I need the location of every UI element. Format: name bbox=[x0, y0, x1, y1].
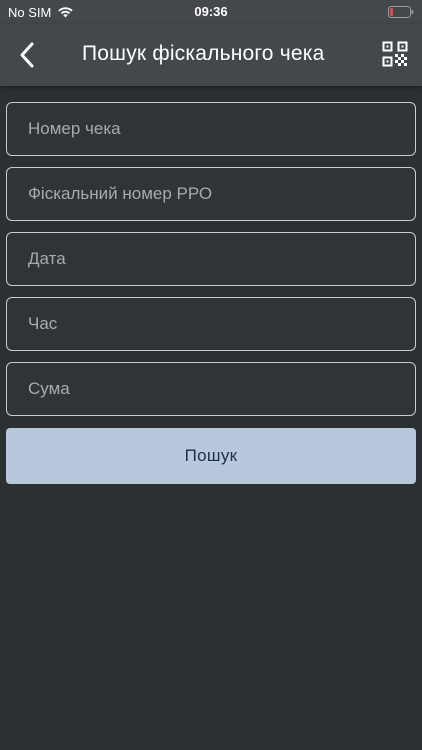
time-field[interactable] bbox=[6, 297, 416, 351]
status-time: 09:36 bbox=[194, 4, 228, 19]
page-title: Пошук фіскального чека bbox=[82, 42, 325, 65]
search-button[interactable]: Пошук bbox=[6, 428, 416, 484]
amount-input[interactable] bbox=[7, 363, 415, 415]
battery-icon bbox=[388, 6, 414, 18]
qr-code-icon[interactable] bbox=[382, 41, 408, 67]
receipt-number-field[interactable] bbox=[6, 102, 416, 156]
date-field[interactable] bbox=[6, 232, 416, 286]
time-input[interactable] bbox=[7, 298, 415, 350]
fiscal-number-input[interactable] bbox=[7, 168, 415, 220]
receipt-number-input[interactable] bbox=[7, 103, 415, 155]
amount-field[interactable] bbox=[6, 362, 416, 416]
date-input[interactable] bbox=[7, 233, 415, 285]
nav-bar: Пошук фіскального чека bbox=[0, 24, 422, 86]
fiscal-number-field[interactable] bbox=[6, 167, 416, 221]
search-form bbox=[6, 102, 416, 427]
screen: No SIM 09:36 Пошук фіскального чека Номе… bbox=[0, 0, 422, 750]
back-button[interactable] bbox=[12, 39, 42, 71]
chevron-left-icon bbox=[20, 42, 34, 68]
status-bar: No SIM 09:36 bbox=[0, 0, 422, 24]
